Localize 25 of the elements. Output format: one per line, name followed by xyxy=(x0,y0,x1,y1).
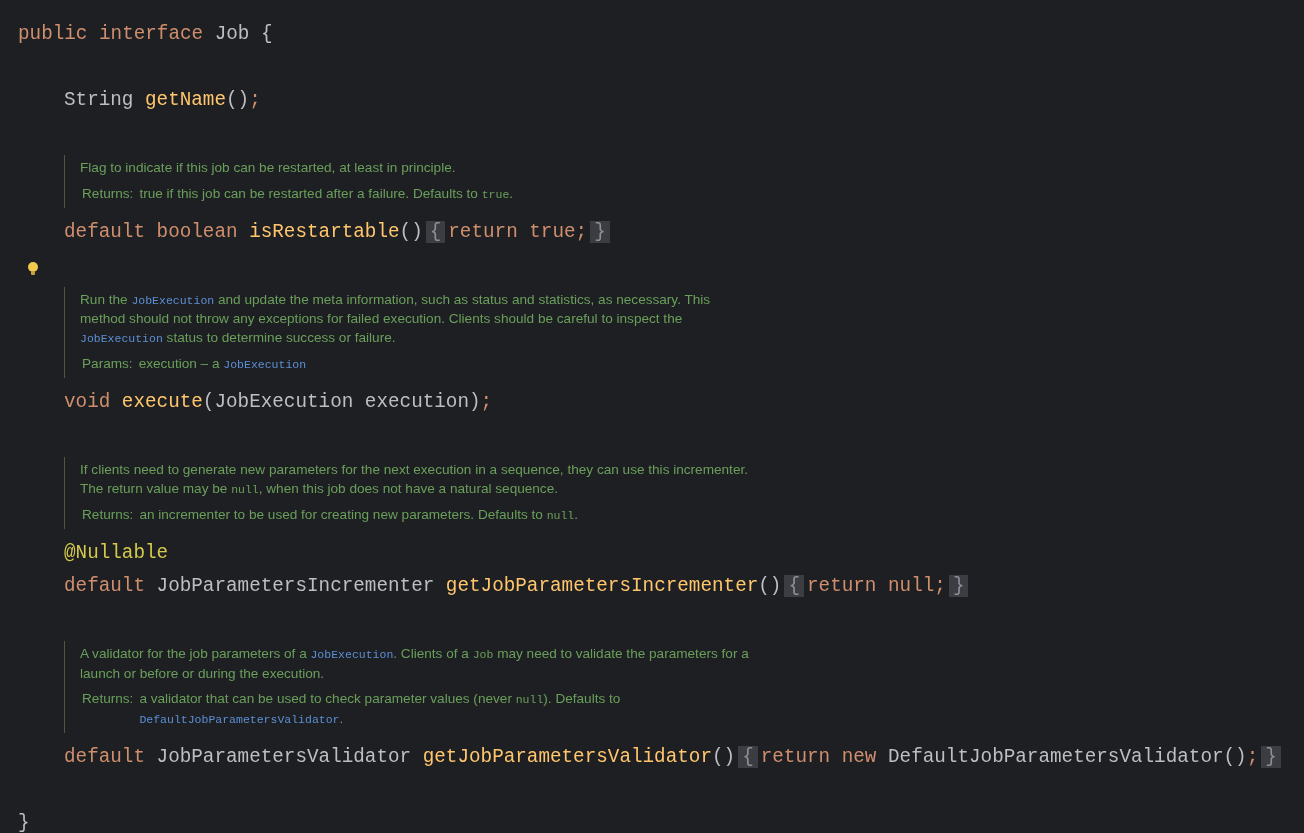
doc-comment-text: If clients need to generate new parameters for the next execution in a sequence, they can use this incrementer. The return value may be null, when this job does not have a natural sequence. xyxy=(80,461,749,498)
doc-comment-text: Flag to indicate if this job can be restarted, at least in principle. xyxy=(80,159,457,177)
doc-comment-text: A validator for the job parameters of a JobExecution. Clients of a Job may need to validate the parameters for a launch or before or during the execution. xyxy=(80,645,750,683)
class-link[interactable]: JobExecution xyxy=(131,293,215,307)
doc-tag-label: Params: xyxy=(82,355,134,373)
doc-tag-text: true if this job can be restarted after a failure. Defaults to true. xyxy=(139,184,514,203)
class-link[interactable]: JobExecution xyxy=(223,358,307,371)
code-line: public interface Job { xyxy=(18,22,273,47)
class-link[interactable]: JobExecution xyxy=(80,331,163,345)
code-line: } xyxy=(18,811,30,833)
code-line: default JobParametersValidator getJobParametersValidator() { return new DefaultJobParametersValidator(); } xyxy=(64,741,1284,774)
lightbulb-icon[interactable] xyxy=(27,260,39,277)
doc-tag-label: Returns: xyxy=(82,184,135,203)
code-line: @Nullable xyxy=(64,541,169,566)
doc-tag-text: an incrementer to be used for creating new parameters. Defaults to null. xyxy=(139,506,579,524)
code-line: default boolean isRestartable() { return true; } xyxy=(64,215,613,249)
doc-tag-text: execution – a JobExecution xyxy=(138,355,307,373)
code-line: void execute(JobExecution execution); xyxy=(64,390,493,415)
code-line: default JobParametersIncrementer getJobParametersIncrementer() { return null; } xyxy=(64,570,972,603)
doc-tag-label: Returns: xyxy=(82,506,135,524)
doc-comment-text: Run the JobExecution and update the meta information, such as status and statistics, as necessary. This method should not throw any exceptions for failed execution. Clients should be careful to inspect the JobExecution status to determine success or failure. xyxy=(80,290,712,347)
class-link[interactable]: DefaultJobParametersValidator xyxy=(139,713,340,726)
doc-tag-text: a validator that can be used to check parameter values (never null). Defaults to DefaultJobParametersValidator. xyxy=(139,690,622,728)
doc-tag-label: Returns: xyxy=(82,690,135,708)
code-line: String getName(); xyxy=(64,88,261,113)
